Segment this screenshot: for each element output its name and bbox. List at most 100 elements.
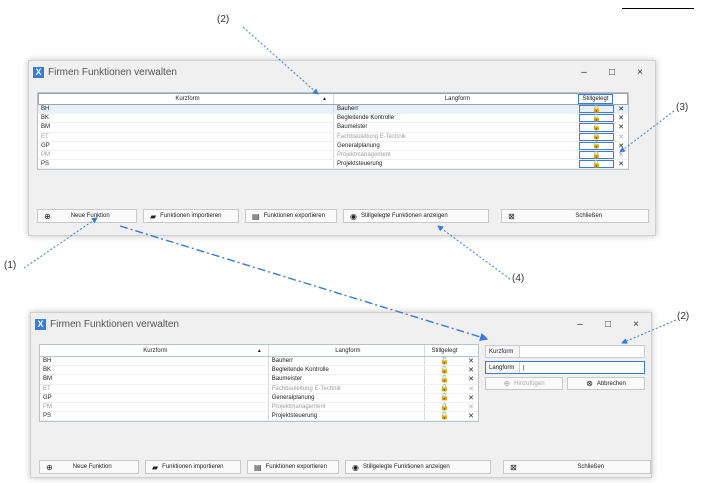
annotation-2-top: (2) <box>217 14 230 25</box>
app-icon: X <box>33 66 44 78</box>
functions-table: Kurzform ▲ Langform Stillgelegt BH Bauherr… <box>37 92 629 171</box>
plus-circle-icon: ⊕ <box>503 379 511 388</box>
cell-stillgelegt: 🔓 <box>579 141 614 150</box>
table-row[interactable]: ET Fachbauleitung E-Technik 🔒 ✕ <box>40 384 478 394</box>
lock-closed-icon[interactable]: 🔒 <box>440 385 449 392</box>
table-row[interactable]: PS Projektsteuerung 🔓 ✕ <box>40 412 478 422</box>
table-row[interactable]: BH Bauherr 🔓 ✕ <box>38 105 628 115</box>
maximize-icon[interactable]: □ <box>607 67 617 78</box>
functions-table: Kurzform ▲ Langform Stillgelegt BH Bauherr… <box>39 344 479 423</box>
table-row[interactable]: BH Bauherr 🔓 ✕ <box>40 357 478 367</box>
delete-icon[interactable]: ✕ <box>614 160 628 168</box>
lock-open-icon[interactable]: 🔓 <box>592 124 601 131</box>
new-function-button[interactable]: ⊕ Neue Funktion <box>39 460 139 474</box>
lock-closed-icon[interactable]: 🔒 <box>592 133 601 140</box>
show-inactive-button[interactable]: ◉ Stillgelegte Funktionen anzeigen <box>343 209 489 223</box>
export-button[interactable]: ▤ Funktionen exportieren <box>245 209 337 223</box>
header-stillgelegt[interactable]: Stillgelegt <box>578 94 613 104</box>
delete-icon[interactable]: ✕ <box>464 375 478 383</box>
export-button[interactable]: ▤ Funktionen exportieren <box>247 460 339 474</box>
delete-icon[interactable]: ✕ <box>464 366 478 374</box>
sort-asc-icon: ▲ <box>256 347 262 354</box>
delete-icon[interactable]: ✕ <box>614 105 628 113</box>
table-row[interactable]: GP Generalplanung 🔓 ✕ <box>40 393 478 403</box>
table-row[interactable]: PM Projektmanagement 🔒 ✕ <box>40 402 478 413</box>
header-kurzform[interactable]: Kurzform ▲ <box>40 348 268 354</box>
delete-icon[interactable]: ✕ <box>464 412 478 420</box>
delete-icon[interactable]: ✕ <box>464 357 478 365</box>
lock-open-icon[interactable]: 🔓 <box>440 394 449 401</box>
maximize-icon[interactable]: □ <box>603 319 613 330</box>
cell-stillgelegt: 🔓 <box>579 160 614 169</box>
cell-kurzform: BK <box>43 367 52 374</box>
close-box-icon: ⊠ <box>508 211 515 221</box>
cell-langform: Bauherr <box>267 357 424 366</box>
close-button[interactable]: ⊠ Schließen <box>501 209 649 223</box>
table-row[interactable]: ET Fachbauleitung E-Technik 🔒 ✕ <box>38 132 628 142</box>
import-button[interactable]: ▰ Funktionen importieren <box>143 209 239 223</box>
header-langform[interactable]: Langform <box>333 94 578 104</box>
delete-icon[interactable]: ✕ <box>614 151 628 159</box>
langform-input[interactable] <box>520 362 644 373</box>
cell-kurzform: BK <box>41 115 50 122</box>
table-row[interactable]: PM Projektmanagement 🔒 ✕ <box>38 150 628 161</box>
delete-icon[interactable]: ✕ <box>464 403 478 411</box>
header-delete <box>613 94 627 104</box>
import-button[interactable]: ▰ Funktionen importieren <box>145 460 241 474</box>
close-button[interactable]: ⊠ Schließen <box>503 460 651 474</box>
table-row[interactable]: BM Baumeister 🔓 ✕ <box>38 123 628 133</box>
table-body: BH Bauherr 🔓 ✕ BK Begleitende Kontrolle 🔓 ✕ BM Ba… <box>40 357 478 422</box>
minimize-icon[interactable]: – <box>579 67 589 78</box>
lock-open-icon[interactable]: 🔓 <box>592 106 601 113</box>
delete-icon[interactable]: ✕ <box>614 133 628 141</box>
dialog-add: X Firmen Funktionen verwalten – □ × Kurz… <box>30 312 652 478</box>
table-row[interactable]: BK Begleitende Kontrolle 🔓 ✕ <box>40 366 478 376</box>
minimize-icon[interactable]: – <box>575 319 585 330</box>
new-function-button[interactable]: ⊕ Neue Funktion <box>37 209 137 223</box>
lock-open-icon[interactable]: 🔓 <box>440 358 449 365</box>
header-langform[interactable]: Langform <box>267 345 424 356</box>
cancel-button[interactable]: ⊗ Abbrechen <box>567 377 645 390</box>
cell-stillgelegt: 🔓 <box>424 412 464 421</box>
langform-label: Langform <box>486 362 520 373</box>
cell-stillgelegt: 🔒 <box>579 150 614 160</box>
delete-icon[interactable]: ✕ <box>464 385 478 393</box>
folder-icon: ▰ <box>152 462 159 472</box>
table-row[interactable]: BM Baumeister 🔓 ✕ <box>40 375 478 385</box>
cell-kurzform: GP <box>41 142 50 149</box>
annotation-3: (3) <box>676 102 689 113</box>
cell-stillgelegt: 🔓 <box>424 375 464 384</box>
cell-langform: Projektmanagement <box>333 150 579 160</box>
lock-open-icon[interactable]: 🔓 <box>592 161 601 168</box>
lock-open-icon[interactable]: 🔓 <box>440 376 449 383</box>
header-kurzform[interactable]: Kurzform ▲ <box>39 96 333 102</box>
cell-kurzform: PM <box>41 152 50 159</box>
lock-closed-icon[interactable]: 🔒 <box>440 404 449 411</box>
delete-icon[interactable]: ✕ <box>614 123 628 131</box>
lock-open-icon[interactable]: 🔓 <box>440 367 449 374</box>
delete-icon[interactable]: ✕ <box>614 114 628 122</box>
table-row[interactable]: BK Begleitende Kontrolle 🔓 ✕ <box>38 114 628 124</box>
close-icon[interactable]: × <box>631 319 641 330</box>
delete-icon[interactable]: ✕ <box>464 394 478 402</box>
header-stillgelegt[interactable]: Stillgelegt <box>424 345 464 356</box>
table-row[interactable]: PS Projektsteuerung 🔓 ✕ <box>38 160 628 170</box>
cell-stillgelegt: 🔒 <box>424 402 464 412</box>
cell-langform: Projektsteuerung <box>267 412 424 421</box>
lock-open-icon[interactable]: 🔓 <box>592 142 601 149</box>
button-bar: ⊕ Neue Funktion ▰ Funktionen importieren ▤… <box>39 460 651 474</box>
lock-open-icon[interactable]: 🔓 <box>440 413 449 420</box>
kurzform-input[interactable] <box>520 346 644 357</box>
table-row[interactable]: GP Generalplanung 🔓 ✕ <box>38 141 628 151</box>
delete-icon[interactable]: ✕ <box>614 142 628 150</box>
lock-open-icon[interactable]: 🔓 <box>592 115 601 122</box>
titlebar: X Firmen Funktionen verwalten – □ × <box>29 61 655 83</box>
page: X Firmen Funktionen verwalten – □ × Kurz… <box>0 0 701 483</box>
add-button[interactable]: ⊕ Hinzufügen <box>485 377 563 390</box>
show-inactive-button[interactable]: ◉ Stillgelegte Funktionen anzeigen <box>345 460 491 474</box>
lock-closed-icon[interactable]: 🔒 <box>592 152 601 159</box>
export-icon: ▤ <box>254 462 262 472</box>
close-icon[interactable]: × <box>635 67 645 78</box>
eye-icon: ◉ <box>350 211 357 221</box>
eye-icon: ◉ <box>352 462 359 472</box>
